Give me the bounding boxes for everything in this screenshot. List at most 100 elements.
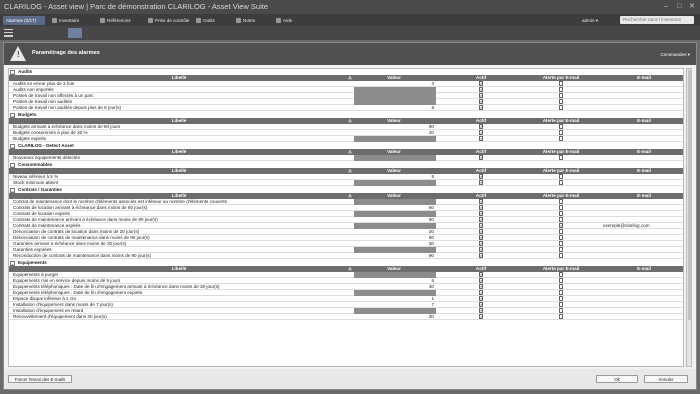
scrollbar-thumb[interactable] — [687, 70, 692, 320]
collapse-toggle-icon[interactable]: – — [10, 112, 15, 118]
ok-button[interactable]: Ok — [596, 375, 638, 383]
actif-checkbox[interactable] — [478, 124, 484, 129]
menu-item-0[interactable]: Inventaire — [52, 17, 79, 24]
email-alert-checkbox[interactable] — [558, 93, 564, 98]
email-alert-checkbox[interactable] — [558, 105, 564, 110]
actif-checkbox[interactable] — [478, 199, 484, 204]
collapse-toggle-icon[interactable]: – — [10, 162, 15, 168]
email-alert-checkbox[interactable] — [558, 205, 564, 210]
email-alert-checkbox[interactable] — [558, 124, 564, 129]
minimize-icon[interactable]: – — [664, 0, 668, 14]
email-alert-checkbox[interactable] — [558, 81, 564, 86]
value-field[interactable] — [354, 155, 436, 161]
actif-checkbox[interactable] — [478, 247, 484, 252]
actif-checkbox[interactable] — [478, 253, 484, 258]
email-alert-checkbox[interactable] — [558, 229, 564, 234]
collapse-toggle-icon[interactable]: – — [10, 69, 15, 75]
email-alert-checkbox[interactable] — [558, 290, 564, 295]
vertical-scrollbar[interactable] — [686, 68, 692, 367]
collapse-toggle-icon[interactable]: – — [10, 260, 15, 266]
email-alert-checkbox[interactable] — [558, 99, 564, 104]
email-alert-checkbox[interactable] — [558, 278, 564, 283]
menu-item-5[interactable]: Aide — [276, 17, 292, 24]
table-row[interactable]: Budgets expirés — [9, 136, 683, 142]
actif-checkbox[interactable] — [478, 174, 484, 179]
actif-checkbox[interactable] — [478, 87, 484, 92]
email-alert-checkbox[interactable] — [558, 174, 564, 179]
actif-checkbox[interactable] — [478, 155, 484, 160]
value-field[interactable]: 90 — [354, 253, 436, 259]
actif-checkbox[interactable] — [478, 81, 484, 86]
email-alert-checkbox[interactable] — [558, 308, 564, 313]
actif-checkbox[interactable] — [478, 235, 484, 240]
tab-alarmes[interactable]: Alarmes (3/17) — [3, 16, 45, 25]
email-field[interactable] — [601, 155, 683, 161]
email-alert-checkbox[interactable] — [558, 180, 564, 185]
email-alert-checkbox[interactable] — [558, 87, 564, 92]
menu-item-1[interactable]: Références — [100, 17, 131, 24]
table-row[interactable]: Stock minimum atteint — [9, 180, 683, 186]
user-menu[interactable]: admin ▾ — [582, 17, 598, 24]
email-alert-checkbox[interactable] — [558, 136, 564, 141]
email-alert-checkbox[interactable] — [558, 199, 564, 204]
email-alert-checkbox[interactable] — [558, 284, 564, 289]
email-field[interactable] — [601, 314, 683, 320]
actif-checkbox[interactable] — [478, 211, 484, 216]
alarm-module-icon[interactable] — [68, 28, 82, 38]
force-send-emails-button[interactable]: Forcer l'envoi des E-mails — [8, 375, 72, 383]
actif-checkbox[interactable] — [478, 99, 484, 104]
close-icon[interactable]: ✕ — [689, 0, 695, 14]
email-alert-checkbox[interactable] — [558, 296, 564, 301]
table-row[interactable]: Postes de travail non audités depuis plu… — [9, 105, 683, 111]
email-field[interactable] — [601, 253, 683, 259]
email-alert-checkbox[interactable] — [558, 253, 564, 258]
actif-checkbox[interactable] — [478, 241, 484, 246]
commands-menu[interactable]: Commandes ▾ — [660, 52, 690, 58]
value-field[interactable]: 8 — [354, 105, 436, 111]
actif-checkbox[interactable] — [478, 290, 484, 295]
actif-checkbox[interactable] — [478, 302, 484, 307]
search-input[interactable]: Rechercher dans l'inventaire — [620, 16, 694, 24]
collapse-toggle-icon[interactable]: – — [10, 187, 15, 193]
table-row[interactable]: Renouvellement d'équipement dans 30 jour… — [9, 314, 683, 320]
actif-checkbox[interactable] — [478, 278, 484, 283]
email-alert-checkbox[interactable] — [558, 223, 564, 228]
actif-checkbox[interactable] — [478, 272, 484, 277]
email-alert-checkbox[interactable] — [558, 314, 564, 319]
email-field[interactable] — [601, 105, 683, 111]
email-alert-checkbox[interactable] — [558, 241, 564, 246]
email-alert-checkbox[interactable] — [558, 130, 564, 135]
actif-checkbox[interactable] — [478, 105, 484, 110]
actif-checkbox[interactable] — [478, 296, 484, 301]
collapse-toggle-icon[interactable]: – — [10, 143, 15, 149]
actif-checkbox[interactable] — [478, 314, 484, 319]
actif-checkbox[interactable] — [478, 217, 484, 222]
actif-checkbox[interactable] — [478, 308, 484, 313]
email-alert-checkbox[interactable] — [558, 211, 564, 216]
actif-checkbox[interactable] — [478, 284, 484, 289]
maximize-icon[interactable]: □ — [677, 0, 681, 14]
table-row[interactable]: Reconduction de contrats de maintenance … — [9, 253, 683, 259]
email-field[interactable] — [601, 180, 683, 186]
actif-checkbox[interactable] — [478, 205, 484, 210]
actif-checkbox[interactable] — [478, 223, 484, 228]
table-row[interactable]: Nouveaux équipements détectés — [9, 155, 683, 161]
menu-item-2[interactable]: Prise de contrôle — [148, 17, 189, 24]
email-alert-checkbox[interactable] — [558, 302, 564, 307]
value-field[interactable] — [354, 136, 436, 142]
cancel-button[interactable]: Annuler — [644, 375, 688, 383]
value-field[interactable] — [354, 180, 436, 186]
actif-checkbox[interactable] — [478, 180, 484, 185]
menu-item-4[interactable]: Notes — [236, 17, 255, 24]
actif-checkbox[interactable] — [478, 93, 484, 98]
email-alert-checkbox[interactable] — [558, 247, 564, 252]
email-alert-checkbox[interactable] — [558, 272, 564, 277]
email-alert-checkbox[interactable] — [558, 235, 564, 240]
email-alert-checkbox[interactable] — [558, 217, 564, 222]
actif-checkbox[interactable] — [478, 130, 484, 135]
value-field[interactable]: 30 — [354, 314, 436, 320]
email-field[interactable] — [601, 136, 683, 142]
hamburger-menu-icon[interactable] — [4, 29, 13, 37]
actif-checkbox[interactable] — [478, 229, 484, 234]
actif-checkbox[interactable] — [478, 136, 484, 141]
